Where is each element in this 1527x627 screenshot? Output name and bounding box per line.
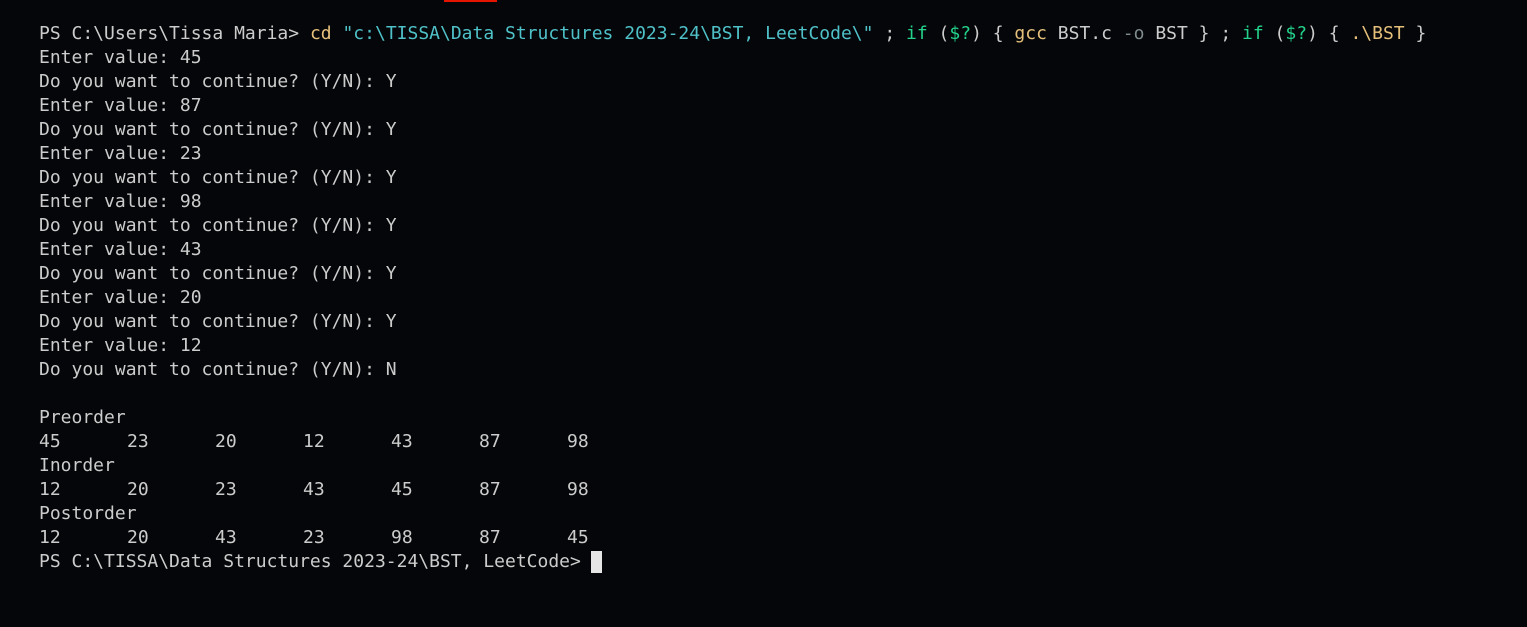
traversal-value: 98 xyxy=(391,527,413,548)
traversal-values: 12 20 43 23 98 87 45 xyxy=(39,526,1527,550)
traversal-values: 45 23 20 12 43 87 98 xyxy=(39,430,1527,454)
traversal-value: 43 xyxy=(215,527,237,548)
traversal-value: 98 xyxy=(567,479,589,500)
traversal-value: 12 xyxy=(303,431,325,452)
traversal-value: 20 xyxy=(127,527,149,548)
run-executable: .\BST xyxy=(1350,23,1405,44)
cd-command: cd xyxy=(309,23,332,44)
traversal-value: 23 xyxy=(215,479,237,500)
traversal-value: 12 xyxy=(39,527,61,548)
prompt: PS C:\Users\Tissa Maria> xyxy=(39,23,310,44)
traversal-value: 87 xyxy=(479,479,501,500)
output-line: Enter value: 45 xyxy=(39,47,202,68)
output-line: Do you want to continue? (Y/N): Y xyxy=(39,311,397,332)
output-line: Do you want to continue? (Y/N): Y xyxy=(39,167,397,188)
output-line: Do you want to continue? (Y/N): Y xyxy=(39,119,397,140)
final-prompt-line[interactable]: PS C:\TISSA\Data Structures 2023-24\BST,… xyxy=(39,550,1527,574)
traversal-values: 12 20 23 43 45 87 98 xyxy=(39,478,1527,502)
traversal-value: 45 xyxy=(39,431,61,452)
output-line: Do you want to continue? (Y/N): N xyxy=(39,359,397,380)
if-keyword: if xyxy=(906,23,928,44)
traversal-output: Preorder 45 23 20 12 43 87 98 Inorder 12 20 23 43 45 8… xyxy=(39,406,1527,550)
text-cursor xyxy=(590,551,602,573)
traversal-value: 87 xyxy=(479,431,501,452)
traversal-value: 43 xyxy=(303,479,325,500)
gcc-command: gcc xyxy=(1014,23,1047,44)
traversal-label: Inorder xyxy=(39,455,115,476)
traversal-value: 23 xyxy=(127,431,149,452)
output-line: Enter value: 87 xyxy=(39,95,202,116)
final-prompt: PS C:\TISSA\Data Structures 2023-24\BST,… xyxy=(39,551,581,572)
output-line: Do you want to continue? (Y/N): Y xyxy=(39,71,397,92)
session-output: Enter value: 45 Do you want to continue? … xyxy=(39,46,1527,382)
output-line: Do you want to continue? (Y/N): Y xyxy=(39,263,397,284)
traversal-value: 12 xyxy=(39,479,61,500)
traversal-label: Postorder xyxy=(39,503,137,524)
cd-path: "c:\TISSA\Data Structures 2023-24\BST, L… xyxy=(342,23,874,44)
traversal-value: 45 xyxy=(391,479,413,500)
output-line: Enter value: 23 xyxy=(39,143,202,164)
traversal-value: 98 xyxy=(567,431,589,452)
if-keyword: if xyxy=(1242,23,1264,44)
command-line: PS C:\Users\Tissa Maria> cd "c:\TISSA\Da… xyxy=(39,23,1427,44)
traversal-value: 20 xyxy=(127,479,149,500)
traversal-label: Preorder xyxy=(39,407,126,428)
traversal-value: 45 xyxy=(567,527,589,548)
status-variable: $? xyxy=(1285,23,1308,44)
traversal-value: 23 xyxy=(303,527,325,548)
terminal-output[interactable]: PS C:\Users\Tissa Maria> cd "c:\TISSA\Da… xyxy=(39,22,1527,574)
traversal-value: 20 xyxy=(215,431,237,452)
output-flag: -o xyxy=(1122,23,1145,44)
output-line: Enter value: 20 xyxy=(39,287,202,308)
output-line: Enter value: 12 xyxy=(39,335,202,356)
active-tab-indicator xyxy=(444,0,497,2)
output-line: Enter value: 98 xyxy=(39,191,202,212)
output-line: Enter value: 43 xyxy=(39,239,202,260)
output-line: Do you want to continue? (Y/N): Y xyxy=(39,215,397,236)
traversal-value: 43 xyxy=(391,431,413,452)
status-variable: $? xyxy=(949,23,972,44)
traversal-value: 87 xyxy=(479,527,501,548)
